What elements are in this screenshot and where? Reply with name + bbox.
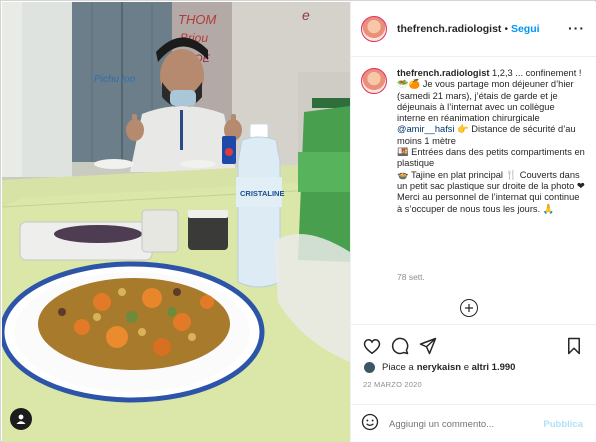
svg-text:Pichu loo: Pichu loo — [94, 74, 136, 85]
avatar[interactable] — [361, 16, 387, 42]
instagram-post-window: THOM Briou COE Pichu loo e — [0, 0, 596, 442]
user-tag-icon[interactable] — [10, 408, 32, 430]
svg-text:e: e — [302, 7, 310, 23]
caption-line-3: 🍱 Entrées dans des petits compartiments … — [397, 147, 585, 169]
likes-prefix: Piace a — [382, 362, 414, 373]
caption-time: 78 sett. — [397, 272, 425, 282]
caption-line-4: 🍲 Tajine en plat principal 🍴 Couverts da… — [397, 169, 585, 214]
caption-avatar[interactable] — [361, 68, 387, 94]
post-photo[interactable]: THOM Briou COE Pichu loo e — [2, 2, 350, 442]
comment-box: Pubblica — [351, 404, 596, 442]
actions-section: Piace a nerykaisn e altri 1.990 22 MARZO… — [351, 324, 596, 442]
comment-icon[interactable] — [389, 335, 411, 357]
likes-middle: e — [461, 362, 472, 373]
svg-text:THOM: THOM — [178, 12, 216, 27]
caption-username[interactable]: thefrench.radiologist — [397, 68, 489, 78]
post-header: thefrench.radiologist • Segui ··· — [351, 2, 596, 57]
publish-button[interactable]: Pubblica — [543, 419, 583, 430]
caption-text: thefrench.radiologist 1,2,3 ... confinem… — [397, 68, 585, 215]
comment-input[interactable] — [389, 418, 529, 430]
post-date: 22 MARZO 2020 — [363, 380, 422, 389]
likes-others[interactable]: altri 1.990 — [472, 362, 516, 373]
photo-illustration: THOM Briou COE Pichu loo e — [2, 2, 350, 442]
svg-text:CRISTALINE: CRISTALINE — [240, 189, 284, 198]
action-icons — [361, 335, 587, 357]
caption-mention[interactable]: @amir__hafsi — [397, 124, 455, 134]
header-username[interactable]: thefrench.radiologist — [397, 23, 501, 35]
more-options-icon[interactable]: ··· — [568, 20, 585, 36]
follow-button[interactable]: Segui — [511, 23, 540, 35]
header-separator: • — [504, 23, 508, 35]
likes-summary[interactable]: Piace a nerykaisn e altri 1.990 — [363, 361, 515, 374]
liker-avatar[interactable] — [363, 361, 376, 374]
emoji-icon[interactable] — [361, 413, 379, 436]
post-side-panel: thefrench.radiologist • Segui ··· thefre… — [350, 2, 596, 442]
share-icon[interactable] — [417, 335, 439, 357]
caption: thefrench.radiologist 1,2,3 ... confinem… — [361, 68, 591, 215]
plus-circle-icon[interactable] — [460, 299, 478, 317]
bookmark-icon[interactable] — [563, 335, 585, 357]
heart-icon[interactable] — [361, 335, 383, 357]
likes-user[interactable]: nerykaisn — [417, 362, 461, 373]
